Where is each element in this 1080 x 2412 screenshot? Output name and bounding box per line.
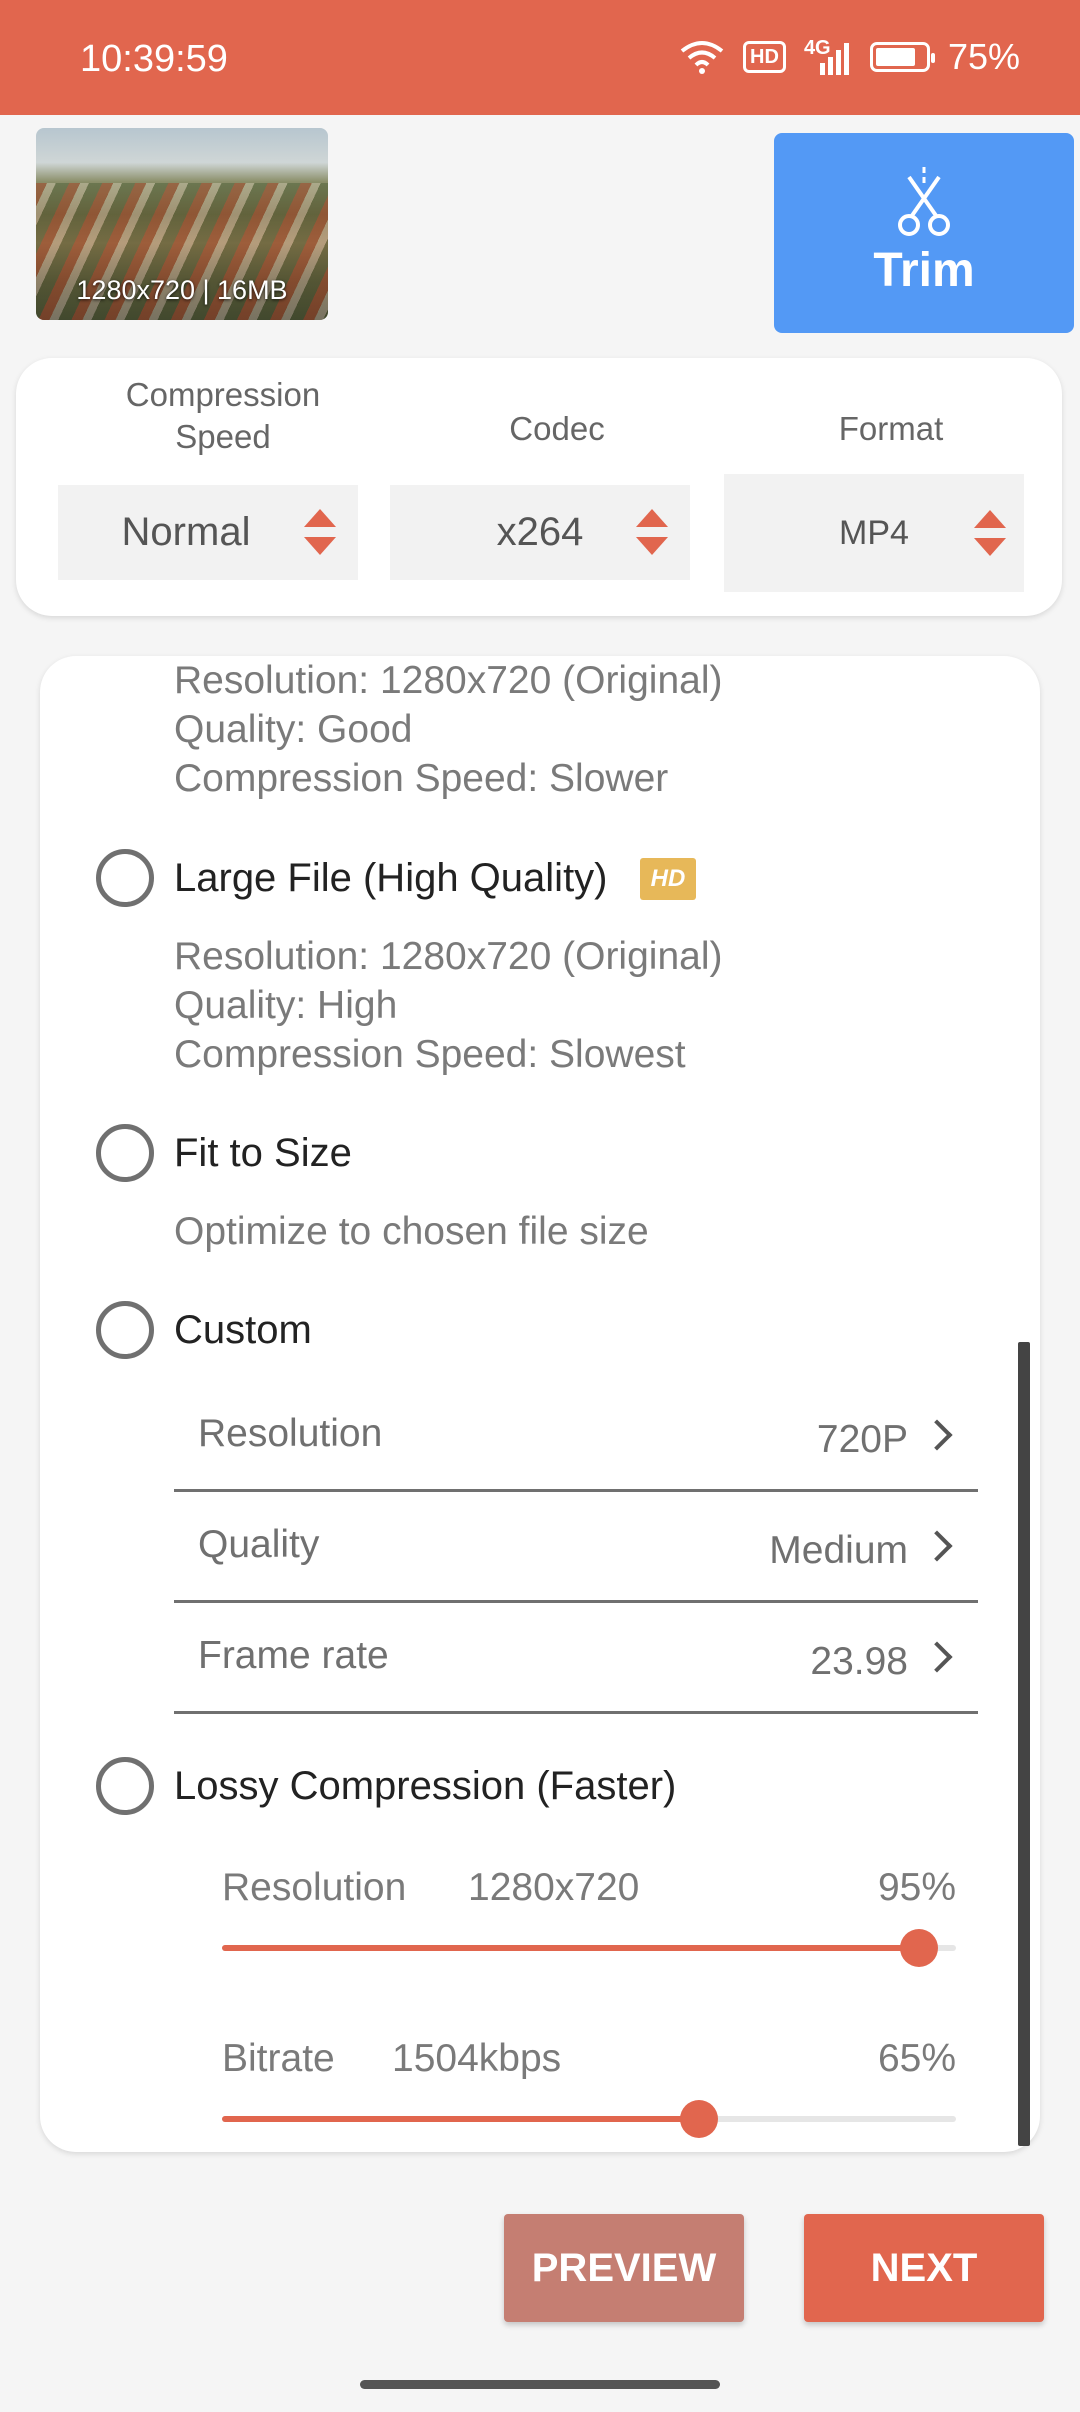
trim-button[interactable]: Trim [774, 133, 1074, 333]
slider-label: Bitrate [222, 2037, 335, 2080]
slider-fill [222, 1945, 920, 1951]
preview-button[interactable]: PREVIEW [504, 2214, 744, 2322]
fit-to-size-description: Optimize to chosen file size [174, 1210, 649, 1253]
battery-percent: 75% [947, 36, 1020, 77]
codec-select[interactable]: x264 [390, 485, 690, 580]
next-button[interactable]: NEXT [804, 2214, 1044, 2322]
slider-thumb[interactable] [680, 2100, 719, 2138]
clock: 10:39:59 [80, 38, 228, 80]
format-title: Format [838, 410, 944, 447]
preset-description: Resolution: 1280x720 (Original) Quality:… [174, 659, 723, 800]
large-file-label[interactable]: Large File (High Quality) [174, 856, 608, 901]
hd-icon: HD [743, 41, 786, 73]
slider-percent: 65% [877, 2037, 956, 2080]
format-select[interactable]: MP4 [724, 474, 1024, 592]
up-down-arrows-icon [974, 510, 1006, 556]
video-thumbnail[interactable]: 1280x720 | 16MB [36, 128, 328, 320]
trim-label: Trim [873, 244, 975, 297]
custom-label[interactable]: Custom [174, 1308, 312, 1353]
fit-to-size-radio[interactable] [96, 1124, 154, 1182]
bitrate-slider[interactable] [222, 2100, 956, 2138]
status-bar: 10:39:59 HD 4G 75% [0, 0, 1080, 115]
wifi-icon [680, 41, 724, 74]
compression-speed-title: Compression Speed [125, 376, 321, 455]
slider-value: 1280x720 [468, 1866, 640, 1909]
signal-icon: 4G [804, 38, 852, 75]
custom-radio[interactable] [96, 1301, 154, 1359]
codec-title: Codec [509, 410, 605, 447]
compression-settings-card: Compression Speed Codec Format Normal x2… [16, 358, 1062, 616]
row-name: Resolution [198, 1412, 383, 1455]
row-value: 720P [816, 1418, 908, 1461]
status-icons: HD 4G 75% [679, 36, 1020, 78]
chevron-right-icon [921, 1419, 953, 1451]
custom-frame-rate-row[interactable]: Frame rate 23.98 [174, 1604, 978, 1714]
compression-speed-select[interactable]: Normal [58, 485, 358, 580]
up-down-arrows-icon [304, 509, 336, 555]
battery-icon [869, 42, 935, 72]
row-value: 23.98 [810, 1640, 908, 1683]
hd-badge-icon: HD [640, 858, 696, 900]
large-file-description: Resolution: 1280x720 (Original) Quality:… [174, 935, 723, 1076]
scissors-icon [898, 167, 950, 236]
gesture-nav-handle[interactable] [360, 2380, 720, 2389]
lossy-compression-label[interactable]: Lossy Compression (Faster) [174, 1764, 676, 1809]
fit-to-size-label[interactable]: Fit to Size [174, 1131, 352, 1176]
up-down-arrows-icon [636, 509, 668, 555]
slider-label: Resolution [222, 1866, 407, 1909]
row-name: Quality [198, 1523, 320, 1566]
slider-fill [222, 2116, 700, 2122]
slider-value: 1504kbps [392, 2037, 562, 2080]
resolution-slider[interactable] [222, 1929, 956, 1967]
scrollbar[interactable] [1018, 1342, 1030, 2146]
custom-quality-row[interactable]: Quality Medium [174, 1493, 978, 1603]
large-file-radio[interactable] [96, 849, 154, 907]
chevron-right-icon [921, 1530, 953, 1562]
lossy-compression-radio[interactable] [96, 1757, 154, 1815]
chevron-right-icon [921, 1641, 953, 1673]
row-value: Medium [769, 1529, 908, 1572]
row-name: Frame rate [198, 1634, 389, 1677]
thumbnail-caption: 1280x720 | 16MB [76, 275, 288, 305]
slider-percent: 95% [877, 1866, 956, 1909]
custom-resolution-row[interactable]: Resolution 720P [174, 1382, 978, 1492]
